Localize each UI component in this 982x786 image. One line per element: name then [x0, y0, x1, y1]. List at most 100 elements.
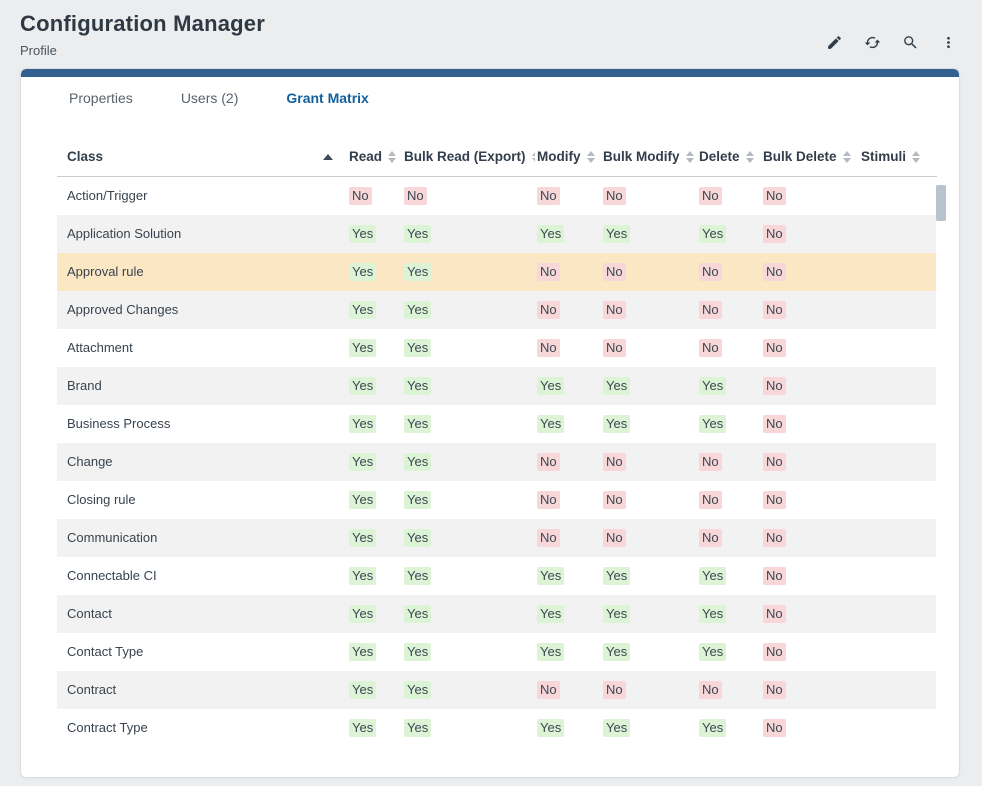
grant-value-badge[interactable]: No: [763, 681, 786, 699]
grant-cell[interactable]: No: [535, 481, 601, 519]
table-row[interactable]: ContractYesYesNoNoNoNo: [57, 671, 937, 709]
grant-cell[interactable]: Yes: [697, 633, 761, 671]
table-row[interactable]: Approval ruleYesYesNoNoNoNo: [57, 253, 937, 291]
column-header-bulk-delete[interactable]: Bulk Delete: [761, 149, 859, 177]
table-row[interactable]: ContactYesYesYesYesYesNo: [57, 595, 937, 633]
grant-value-badge[interactable]: Yes: [699, 643, 726, 661]
grant-value-badge[interactable]: No: [763, 719, 786, 737]
grant-value-badge[interactable]: No: [763, 187, 786, 205]
grant-value-badge[interactable]: No: [603, 529, 626, 547]
grant-cell[interactable]: Yes: [347, 291, 402, 329]
grant-cell[interactable]: No: [761, 291, 859, 329]
column-header-bulk-read[interactable]: Bulk Read (Export): [402, 149, 535, 177]
grant-value-badge[interactable]: Yes: [699, 605, 726, 623]
grant-cell[interactable]: Yes: [347, 519, 402, 557]
grant-cell[interactable]: Yes: [402, 329, 535, 367]
grant-cell[interactable]: Yes: [347, 253, 402, 291]
grant-cell[interactable]: Yes: [601, 633, 697, 671]
grant-value-badge[interactable]: No: [763, 339, 786, 357]
grant-value-badge[interactable]: Yes: [349, 377, 376, 395]
grant-value-badge[interactable]: No: [603, 301, 626, 319]
grant-value-badge[interactable]: Yes: [349, 529, 376, 547]
grant-value-badge[interactable]: Yes: [404, 643, 431, 661]
grant-value-badge[interactable]: No: [763, 225, 786, 243]
grant-cell[interactable]: Yes: [601, 215, 697, 253]
grant-value-badge[interactable]: No: [763, 301, 786, 319]
grant-cell[interactable]: No: [761, 367, 859, 405]
grant-cell[interactable]: Yes: [535, 709, 601, 747]
grant-value-badge[interactable]: Yes: [537, 415, 564, 433]
grant-value-badge[interactable]: Yes: [404, 453, 431, 471]
grant-value-badge[interactable]: No: [537, 453, 560, 471]
grant-cell[interactable]: No: [601, 481, 697, 519]
grant-value-badge[interactable]: Yes: [699, 567, 726, 585]
grant-cell[interactable]: No: [697, 329, 761, 367]
more-menu-button[interactable]: [936, 32, 960, 56]
grant-cell[interactable]: Yes: [535, 633, 601, 671]
grant-cell[interactable]: No: [535, 177, 601, 215]
grant-cell[interactable]: Yes: [601, 557, 697, 595]
grant-cell[interactable]: No: [697, 291, 761, 329]
grant-cell[interactable]: No: [535, 519, 601, 557]
grant-cell[interactable]: Yes: [402, 405, 535, 443]
grant-value-badge[interactable]: Yes: [603, 719, 630, 737]
grant-value-badge[interactable]: Yes: [699, 377, 726, 395]
grant-value-badge[interactable]: Yes: [349, 605, 376, 623]
grant-value-badge[interactable]: Yes: [699, 719, 726, 737]
grant-value-badge[interactable]: No: [763, 453, 786, 471]
grant-value-badge[interactable]: No: [699, 529, 722, 547]
grant-cell[interactable]: No: [601, 671, 697, 709]
grant-value-badge[interactable]: No: [699, 339, 722, 357]
grant-cell[interactable]: No: [761, 557, 859, 595]
grant-cell[interactable]: Yes: [697, 405, 761, 443]
grant-cell[interactable]: Yes: [697, 215, 761, 253]
grant-value-badge[interactable]: No: [763, 263, 786, 281]
grant-value-badge[interactable]: Yes: [404, 263, 431, 281]
grant-cell[interactable]: Yes: [402, 709, 535, 747]
grant-cell[interactable]: No: [761, 671, 859, 709]
grant-value-badge[interactable]: No: [699, 301, 722, 319]
grant-cell[interactable]: Yes: [347, 557, 402, 595]
grant-value-badge[interactable]: Yes: [603, 643, 630, 661]
grant-cell[interactable]: Yes: [402, 557, 535, 595]
table-row[interactable]: Approved ChangesYesYesNoNoNoNo: [57, 291, 937, 329]
grant-cell[interactable]: No: [697, 177, 761, 215]
grant-cell[interactable]: No: [535, 253, 601, 291]
table-row[interactable]: Contact TypeYesYesYesYesYesNo: [57, 633, 937, 671]
grant-cell[interactable]: No: [761, 443, 859, 481]
grant-value-badge[interactable]: Yes: [603, 377, 630, 395]
tab-properties[interactable]: Properties: [45, 78, 157, 118]
scrollbar-thumb[interactable]: [936, 185, 946, 221]
grant-cell[interactable]: No: [535, 291, 601, 329]
grant-value-badge[interactable]: No: [404, 187, 427, 205]
grant-value-badge[interactable]: No: [699, 453, 722, 471]
grant-value-badge[interactable]: Yes: [404, 529, 431, 547]
column-header-delete[interactable]: Delete: [697, 149, 761, 177]
grant-value-badge[interactable]: No: [763, 491, 786, 509]
grant-value-badge[interactable]: Yes: [603, 605, 630, 623]
grant-cell[interactable]: No: [761, 405, 859, 443]
grant-cell[interactable]: Yes: [402, 671, 535, 709]
grant-cell[interactable]: Yes: [347, 633, 402, 671]
table-row[interactable]: CommunicationYesYesNoNoNoNo: [57, 519, 937, 557]
grant-cell[interactable]: Yes: [347, 405, 402, 443]
grant-value-badge[interactable]: Yes: [404, 491, 431, 509]
grant-cell[interactable]: No: [761, 709, 859, 747]
grant-cell[interactable]: No: [761, 253, 859, 291]
tab-users[interactable]: Users (2): [157, 78, 263, 118]
grant-cell[interactable]: No: [761, 595, 859, 633]
grant-value-badge[interactable]: Yes: [404, 605, 431, 623]
grant-cell[interactable]: No: [601, 443, 697, 481]
table-row[interactable]: Connectable CIYesYesYesYesYesNo: [57, 557, 937, 595]
grant-cell[interactable]: No: [601, 329, 697, 367]
grant-value-badge[interactable]: Yes: [349, 263, 376, 281]
grant-value-badge[interactable]: No: [603, 491, 626, 509]
grant-cell[interactable]: No: [535, 671, 601, 709]
grant-value-badge[interactable]: Yes: [699, 415, 726, 433]
grant-value-badge[interactable]: Yes: [349, 415, 376, 433]
grant-value-badge[interactable]: No: [699, 187, 722, 205]
grant-value-badge[interactable]: Yes: [404, 339, 431, 357]
grant-cell[interactable]: Yes: [535, 367, 601, 405]
column-header-stimuli[interactable]: Stimuli: [859, 149, 937, 177]
grant-value-badge[interactable]: Yes: [537, 605, 564, 623]
